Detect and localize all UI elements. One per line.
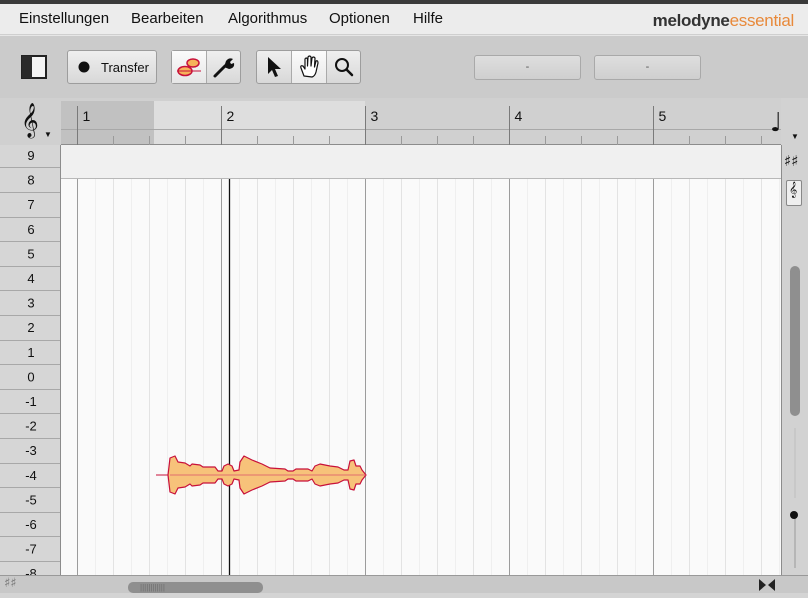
pitch-label: 9: [27, 148, 34, 163]
ruler-bar-label: 3: [371, 108, 379, 124]
note-area[interactable]: [61, 179, 781, 575]
scrollbar-grip: ||||||||||||: [140, 583, 165, 592]
pitch-label: -5: [25, 492, 37, 507]
record-dot-icon: [78, 61, 90, 73]
pitch-label: 3: [27, 296, 34, 311]
app-logo: melodyneessential: [652, 11, 795, 31]
menu-bar: Einstellungen Bearbeiten Algorithmus Opt…: [0, 4, 808, 35]
magnifier-icon: [335, 58, 354, 77]
arrow-pointer-icon: [268, 57, 281, 77]
tools-wrench-icon: [213, 58, 235, 78]
sharps-small-icon: ♯♯: [4, 576, 17, 591]
logo-edition: essential: [729, 11, 795, 30]
pitch-label: 8: [27, 173, 34, 188]
quarter-note-icon: ♩: [770, 108, 783, 138]
transfer-button[interactable]: Transfer: [67, 50, 157, 84]
note-value-selector[interactable]: ♩ ▼: [766, 108, 800, 144]
pitch-label: -4: [25, 468, 37, 483]
menu-optionen[interactable]: Optionen: [329, 10, 390, 27]
scale-ruler-icon: 𝄞: [789, 182, 798, 198]
ruler-bar-label: 1: [83, 108, 91, 124]
pitch-readout-field[interactable]: -: [474, 55, 581, 80]
menu-bearbeiten[interactable]: Bearbeiten: [131, 10, 204, 27]
pitch-label: 4: [27, 271, 34, 286]
navigation-tools-group: [256, 50, 361, 84]
pitch-label: -2: [25, 419, 37, 434]
pitch-label: 2: [27, 320, 34, 335]
pitch-label: 6: [27, 222, 34, 237]
pitch-label: -7: [25, 542, 37, 557]
vertical-scrollbar-thumb[interactable]: [790, 266, 800, 416]
pitch-label: 7: [27, 197, 34, 212]
toolbar: Transfer - -: [0, 35, 808, 99]
note-area-top-band: [61, 145, 781, 178]
time-readout-field[interactable]: -: [594, 55, 701, 80]
pitch-label: -3: [25, 443, 37, 458]
editor-canvas: 12345 9876543210-1-2-3-4-5-6-7-8 |||||||: [0, 98, 808, 593]
pitch-label: 5: [27, 246, 34, 261]
sharps-icon[interactable]: ♯♯: [784, 152, 804, 172]
hand-tool-button[interactable]: [292, 51, 327, 83]
transfer-label: Transfer: [101, 60, 149, 75]
zoom-fit-button[interactable]: [757, 577, 777, 593]
toggle-panel-icon: [21, 55, 47, 79]
ruler-bar-label: 5: [659, 108, 667, 124]
pitch-label: 1: [27, 345, 34, 360]
treble-clef-icon: 𝄞: [21, 103, 39, 138]
pointer-tool-button[interactable]: [257, 51, 292, 83]
blob-tool-icon: [177, 58, 201, 77]
zoom-fit-icon: [759, 579, 775, 591]
menu-hilfe[interactable]: Hilfe: [413, 10, 443, 27]
main-tool-button[interactable]: [172, 51, 207, 83]
pitch-label: -6: [25, 517, 37, 532]
ruler-shaded-region: [61, 101, 154, 145]
ruler-bar-label: 4: [515, 108, 523, 124]
ruler-bar-label: 2: [227, 108, 235, 124]
scale-ruler-button[interactable]: 𝄞: [786, 180, 802, 206]
clef-selector[interactable]: 𝄞 ▼: [18, 104, 52, 142]
menu-algorithmus[interactable]: Algorithmus: [228, 10, 307, 27]
tools-button[interactable]: [207, 51, 240, 83]
chevron-down-icon: ▼: [44, 130, 52, 139]
edit-tools-group: [171, 50, 241, 84]
pitch-label: -1: [25, 394, 37, 409]
vertical-zoom-handle[interactable]: [790, 511, 798, 519]
toggle-panel-button[interactable]: [12, 50, 56, 84]
hand-scroll-icon: [300, 55, 319, 78]
chevron-down-icon: ▼: [791, 132, 799, 141]
logo-brand: melodyne: [652, 11, 730, 30]
pitch-label: 0: [27, 369, 34, 384]
note-editor: 12345 9 8 7 6 5 4 3 2 1 0 -1 -2 -3 -4 -5 -6 -7 -8 |||||||: [0, 98, 808, 593]
menu-einstellungen[interactable]: Einstellungen: [19, 10, 109, 27]
zoom-tool-button[interactable]: [327, 51, 360, 83]
